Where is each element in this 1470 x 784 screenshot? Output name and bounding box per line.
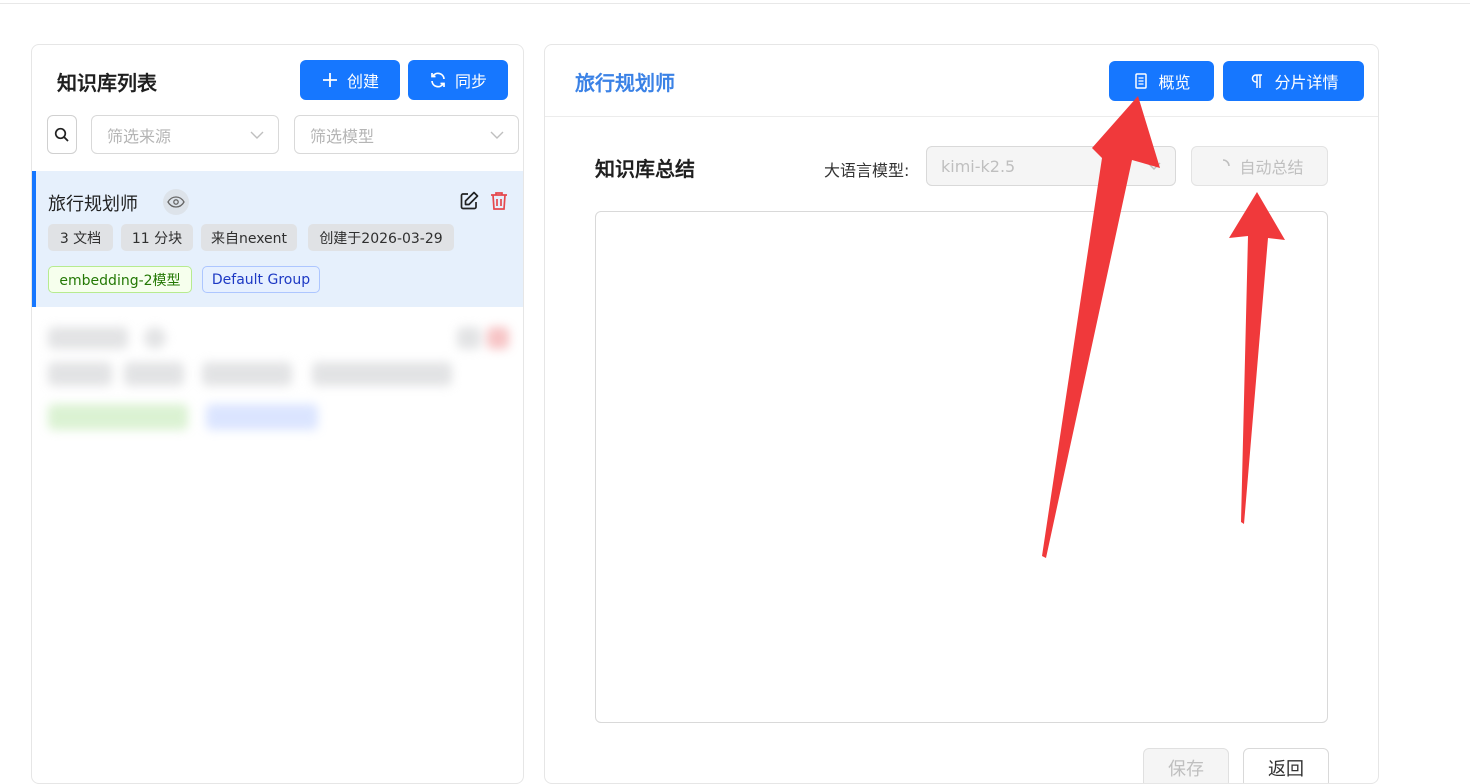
filter-model-placeholder: 筛选模型 bbox=[310, 126, 375, 146]
filter-source-placeholder: 筛选来源 bbox=[107, 126, 172, 146]
paragraph-icon bbox=[1252, 74, 1263, 88]
sync-button-label: 同步 bbox=[454, 72, 487, 91]
eye-icon[interactable] bbox=[163, 189, 189, 215]
chevron-down-icon bbox=[250, 131, 264, 139]
document-icon bbox=[1135, 73, 1148, 89]
llm-select-value: kimi-k2.5 bbox=[941, 156, 1016, 176]
loading-icon bbox=[1223, 159, 1231, 167]
summary-textarea[interactable] bbox=[595, 211, 1328, 723]
chunk-details-button[interactable]: 分片详情 bbox=[1223, 61, 1364, 101]
auto-summary-label: 自动总结 bbox=[1239, 158, 1304, 177]
chevron-down-icon bbox=[490, 131, 504, 139]
chunks-count-tag: 11 分块 bbox=[121, 224, 193, 251]
panel-title: 知识库列表 bbox=[57, 71, 157, 95]
search-button[interactable] bbox=[47, 115, 77, 154]
save-button[interactable]: 保存 bbox=[1143, 748, 1229, 783]
overview-button[interactable]: 概览 bbox=[1109, 61, 1214, 101]
chunk-details-button-label: 分片详情 bbox=[1274, 73, 1339, 92]
sync-button[interactable]: 同步 bbox=[408, 60, 508, 100]
knowledge-base-item-blurred bbox=[32, 307, 523, 462]
group-tag: Default Group bbox=[202, 266, 320, 293]
auto-summary-button[interactable]: 自动总结 bbox=[1191, 146, 1328, 186]
knowledge-base-detail-panel: 旅行规划师 概览 分片详情 知识库总结 大语言模型: kimi-k2.5 自动总… bbox=[544, 44, 1379, 784]
knowledge-base-list-panel: 知识库列表 创建 同步 筛选来源 筛选模型 旅行规划师 3 文档 11 分块 来… bbox=[31, 44, 524, 784]
detail-title: 旅行规划师 bbox=[575, 71, 675, 95]
create-button[interactable]: 创建 bbox=[300, 60, 400, 100]
create-button-label: 创建 bbox=[346, 72, 379, 91]
top-divider bbox=[0, 3, 1470, 4]
sync-icon bbox=[431, 72, 445, 88]
header-divider bbox=[545, 116, 1378, 117]
search-icon bbox=[54, 127, 69, 142]
trash-icon[interactable] bbox=[488, 190, 510, 212]
filter-model-select[interactable]: 筛选模型 bbox=[294, 115, 519, 154]
docs-count-tag: 3 文档 bbox=[48, 224, 113, 251]
knowledge-base-item-selected[interactable]: 旅行规划师 3 文档 11 分块 来自nexent 创建于2026-03-29 … bbox=[32, 171, 523, 307]
created-date-tag: 创建于2026-03-29 bbox=[308, 224, 454, 251]
llm-select[interactable]: kimi-k2.5 bbox=[926, 146, 1176, 186]
back-button[interactable]: 返回 bbox=[1243, 748, 1329, 783]
overview-button-label: 概览 bbox=[1158, 73, 1191, 92]
embedding-model-tag: embedding-2模型 bbox=[48, 266, 192, 293]
chevron-down-icon bbox=[1147, 162, 1161, 170]
summary-heading: 知识库总结 bbox=[595, 157, 695, 181]
llm-label: 大语言模型: bbox=[824, 161, 910, 180]
source-tag: 来自nexent bbox=[201, 224, 297, 251]
knowledge-base-name: 旅行规划师 bbox=[48, 194, 138, 215]
edit-icon[interactable] bbox=[458, 190, 480, 212]
filter-source-select[interactable]: 筛选来源 bbox=[91, 115, 279, 154]
plus-icon bbox=[322, 73, 337, 87]
